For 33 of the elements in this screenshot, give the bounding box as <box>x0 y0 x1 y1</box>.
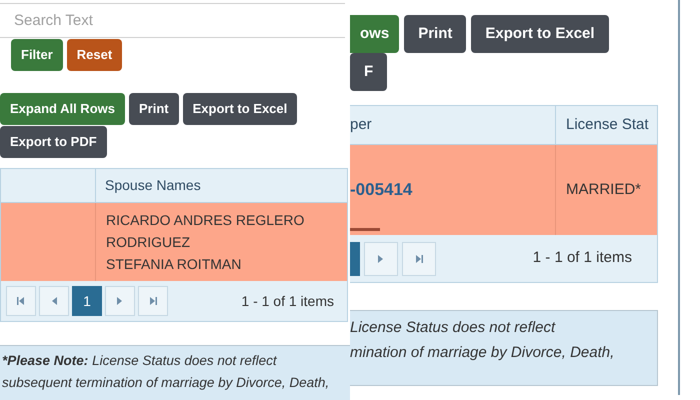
table-cell-text: RICARDO ANDRES REGLERO RODRIGUEZ STEFANIA ROITMAN <box>105 211 306 274</box>
scroll-indicator <box>350 228 380 231</box>
toolbar-button[interactable]: Export to PDF <box>0 126 107 158</box>
pager-summary: 1 - 1 of 1 items <box>532 248 633 268</box>
next-icon <box>377 254 385 262</box>
first-page-button[interactable] <box>6 286 36 316</box>
next-icon <box>116 297 124 305</box>
toolbar-button[interactable]: ows <box>350 15 400 53</box>
last-page-icon <box>415 254 423 262</box>
toolbar-button[interactable]: Print <box>128 93 179 125</box>
toolbar-button[interactable]: Filter <box>11 39 63 71</box>
first-page-icon <box>17 297 25 305</box>
toolbar-button[interactable]: Expand All Rows <box>0 93 125 125</box>
note-text: License Status does not reflect mination of marriage by Divorce, Death, <box>350 318 616 363</box>
table-cell-text: MARRIED* <box>565 180 642 200</box>
toolbar-button[interactable]: F <box>350 53 388 91</box>
search-field[interactable]: Search Text <box>0 3 345 38</box>
column-header[interactable]: per <box>350 106 556 144</box>
next-page-button[interactable] <box>105 286 135 316</box>
previous-page-button[interactable] <box>39 286 69 316</box>
previous-icon <box>50 297 58 305</box>
toolbar-button[interactable]: Export to Excel <box>182 93 298 125</box>
pager-summary: 1 - 1 of 1 items <box>241 292 335 310</box>
column-header[interactable]: License Stat <box>556 106 657 144</box>
toolbar-button[interactable]: Reset <box>66 39 122 71</box>
toolbar-button[interactable]: Print <box>404 15 466 53</box>
last-page-icon <box>149 297 157 305</box>
next-page-button[interactable] <box>364 242 398 276</box>
last-page-button[interactable] <box>138 286 168 316</box>
note-text: *Please Note: License Status does not reflect subsequent termination of marriage by Divorce, Death, <box>2 352 330 392</box>
last-page-button[interactable] <box>402 242 436 276</box>
page-button[interactable]: 1 <box>72 286 102 316</box>
toolbar-button[interactable]: Export to Excel <box>471 15 609 53</box>
